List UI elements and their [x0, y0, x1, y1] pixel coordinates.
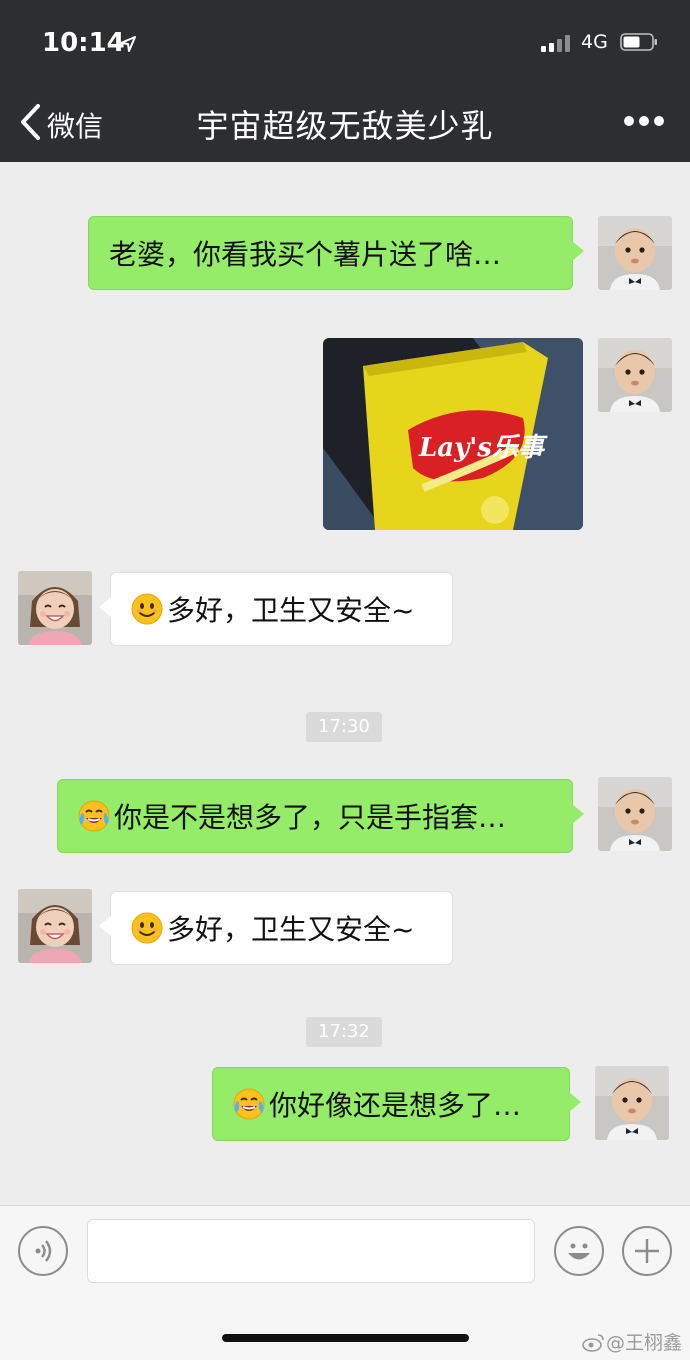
status-time: 10:14 — [42, 28, 125, 58]
chat-title: 宇宙超级无敌美少乳 — [196, 107, 494, 145]
contact-avatar[interactable] — [18, 889, 92, 963]
plus-icon[interactable] — [622, 1226, 672, 1276]
message-text: 多好，卫生又安全~ — [167, 594, 415, 627]
sent-message-bubble[interactable]: 你好像还是想多了… — [212, 1067, 581, 1141]
received-message-bubble[interactable]: 多好，卫生又安全~ — [99, 891, 453, 965]
smile-emoji — [131, 593, 163, 625]
home-indicator[interactable] — [222, 1334, 469, 1342]
my-avatar[interactable] — [598, 216, 672, 290]
more-dots-icon[interactable] — [624, 116, 664, 128]
voice-icon[interactable] — [18, 1226, 68, 1276]
watermark-text: @王栩鑫 — [605, 1332, 682, 1354]
my-avatar[interactable] — [598, 777, 672, 851]
message-text: 你是不是想多了，只是手指套… — [114, 801, 507, 834]
chat-header: 10:14 4G 微信 宇宙超级无敌美少乳 — [0, 0, 690, 162]
message-text: 老婆，你看我买个薯片送了啥… — [109, 238, 502, 271]
message-text: 你好像还是想多了… — [269, 1089, 522, 1122]
my-avatar[interactable] — [595, 1066, 669, 1140]
message-timestamp: 17:32 — [306, 1017, 382, 1047]
battery-icon — [620, 33, 657, 51]
image-brand-text: Lay's乐事 — [418, 433, 548, 463]
contact-avatar[interactable] — [18, 571, 92, 645]
smile-emoji — [131, 912, 163, 944]
sent-message-bubble[interactable]: 你是不是想多了，只是手指套… — [57, 779, 584, 853]
weibo-logo-icon — [582, 1333, 604, 1352]
location-arrow-icon — [120, 36, 136, 52]
signal-icon — [541, 34, 573, 52]
emoji-face-icon[interactable] — [554, 1226, 604, 1276]
message-text: 多好，卫生又安全~ — [167, 913, 415, 946]
sent-message-bubble[interactable]: 老婆，你看我买个薯片送了啥… — [88, 216, 584, 290]
sent-image-message[interactable]: Lay's乐事 — [323, 338, 583, 530]
weibo-watermark: @王栩鑫 — [582, 1328, 682, 1355]
tears-of-joy-emoji — [78, 800, 110, 832]
message-timestamp: 17:30 — [306, 712, 382, 742]
message-input[interactable] — [87, 1219, 535, 1283]
tears-of-joy-emoji — [233, 1088, 265, 1120]
chips-photo: Lay's乐事 — [323, 338, 583, 530]
network-type: 4G — [581, 31, 608, 53]
my-avatar[interactable] — [598, 338, 672, 412]
received-message-bubble[interactable]: 多好，卫生又安全~ — [99, 572, 453, 646]
